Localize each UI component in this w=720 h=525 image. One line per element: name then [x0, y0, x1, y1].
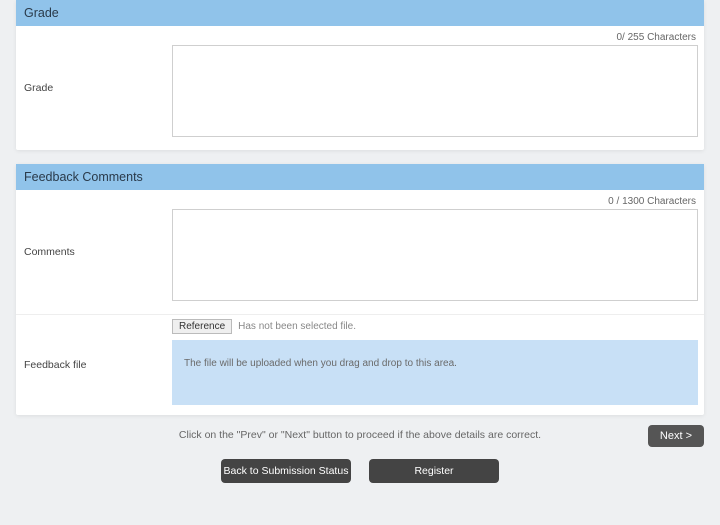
reference-button[interactable]: Reference	[172, 319, 232, 334]
grade-input[interactable]	[172, 45, 698, 137]
reference-row: Reference Has not been selected file.	[172, 319, 698, 334]
file-dropzone[interactable]: The file will be uploaded when you drag …	[172, 340, 698, 405]
feedback-file-content: Reference Has not been selected file. Th…	[166, 315, 704, 415]
grade-row: Grade 0/ 255 Characters	[16, 26, 704, 150]
feedback-panel: Feedback Comments Comments 0 / 1300 Char…	[16, 164, 704, 415]
grade-char-counter: 0/ 255 Characters	[172, 30, 698, 45]
file-status-text: Has not been selected file.	[238, 321, 356, 332]
instruction-row: Click on the "Prev" or "Next" button to …	[16, 429, 704, 441]
feedback-panel-header: Feedback Comments	[16, 164, 704, 190]
comments-char-counter: 0 / 1300 Characters	[172, 194, 698, 209]
register-button[interactable]: Register	[369, 459, 499, 483]
comments-label: Comments	[16, 190, 166, 314]
next-button[interactable]: Next >	[648, 425, 704, 447]
grade-content: 0/ 255 Characters	[166, 26, 704, 150]
feedback-file-row: Feedback file Reference Has not been sel…	[16, 315, 704, 415]
comments-content: 0 / 1300 Characters	[166, 190, 704, 314]
comments-row: Comments 0 / 1300 Characters	[16, 190, 704, 315]
grade-panel: Grade Grade 0/ 255 Characters	[16, 0, 704, 150]
comments-input[interactable]	[172, 209, 698, 301]
instruction-text: Click on the "Prev" or "Next" button to …	[179, 429, 541, 441]
grade-label: Grade	[16, 26, 166, 150]
grade-panel-header: Grade	[16, 0, 704, 26]
feedback-file-label: Feedback file	[16, 315, 166, 415]
back-button[interactable]: Back to Submission Status	[221, 459, 351, 483]
bottom-buttons: Back to Submission Status Register	[16, 459, 704, 483]
